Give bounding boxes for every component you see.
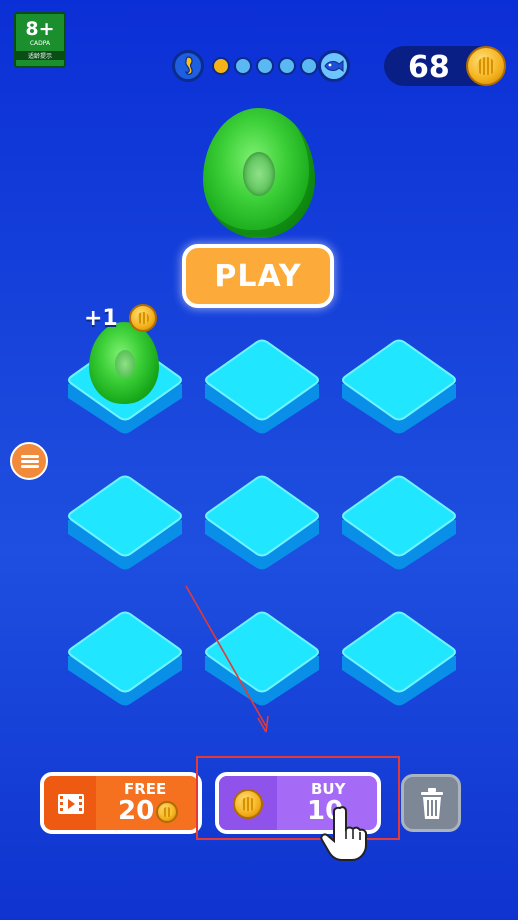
grid-tile[interactable] <box>64 610 186 710</box>
progress-dot <box>212 57 230 75</box>
age-rating-badge: 8+ CADPA 适龄提示 <box>14 12 66 68</box>
reward-popup-text: +1 <box>84 306 118 331</box>
grid-tile[interactable] <box>338 474 460 574</box>
level-progress <box>172 50 352 84</box>
featured-egg <box>203 108 315 238</box>
coin-value: 68 <box>408 50 450 85</box>
shell-coin-icon <box>466 46 506 86</box>
age-rating-sub: 适龄提示 <box>16 51 64 60</box>
play-button[interactable]: PLAY <box>182 244 334 308</box>
coin-counter: 68 <box>384 46 506 86</box>
shell-coin-icon <box>129 304 157 332</box>
grid-tile[interactable] <box>64 474 186 574</box>
free-video-button[interactable]: FREE 20 <box>40 772 202 834</box>
age-rating-label: 8+ <box>25 18 55 40</box>
progress-dot <box>256 57 274 75</box>
grid-tile[interactable] <box>201 474 323 574</box>
progress-dot <box>300 57 318 75</box>
progress-dot <box>278 57 296 75</box>
pointing-hand-icon <box>320 806 367 861</box>
seahorse-icon <box>172 50 204 82</box>
free-button-amount: 20 <box>118 796 155 826</box>
video-icon <box>58 794 84 814</box>
fish-icon <box>318 50 350 82</box>
age-rating-org: CADPA <box>29 40 51 47</box>
shell-coin-icon <box>156 801 178 823</box>
trash-button[interactable] <box>401 774 461 832</box>
grid-tile[interactable] <box>338 338 460 438</box>
menu-list-button[interactable] <box>10 442 48 480</box>
grid-egg[interactable] <box>89 322 159 404</box>
progress-dot <box>234 57 252 75</box>
grid-tile[interactable] <box>338 610 460 710</box>
grid-tile[interactable] <box>201 338 323 438</box>
grid-tile[interactable] <box>201 610 323 710</box>
trash-icon <box>421 788 443 819</box>
